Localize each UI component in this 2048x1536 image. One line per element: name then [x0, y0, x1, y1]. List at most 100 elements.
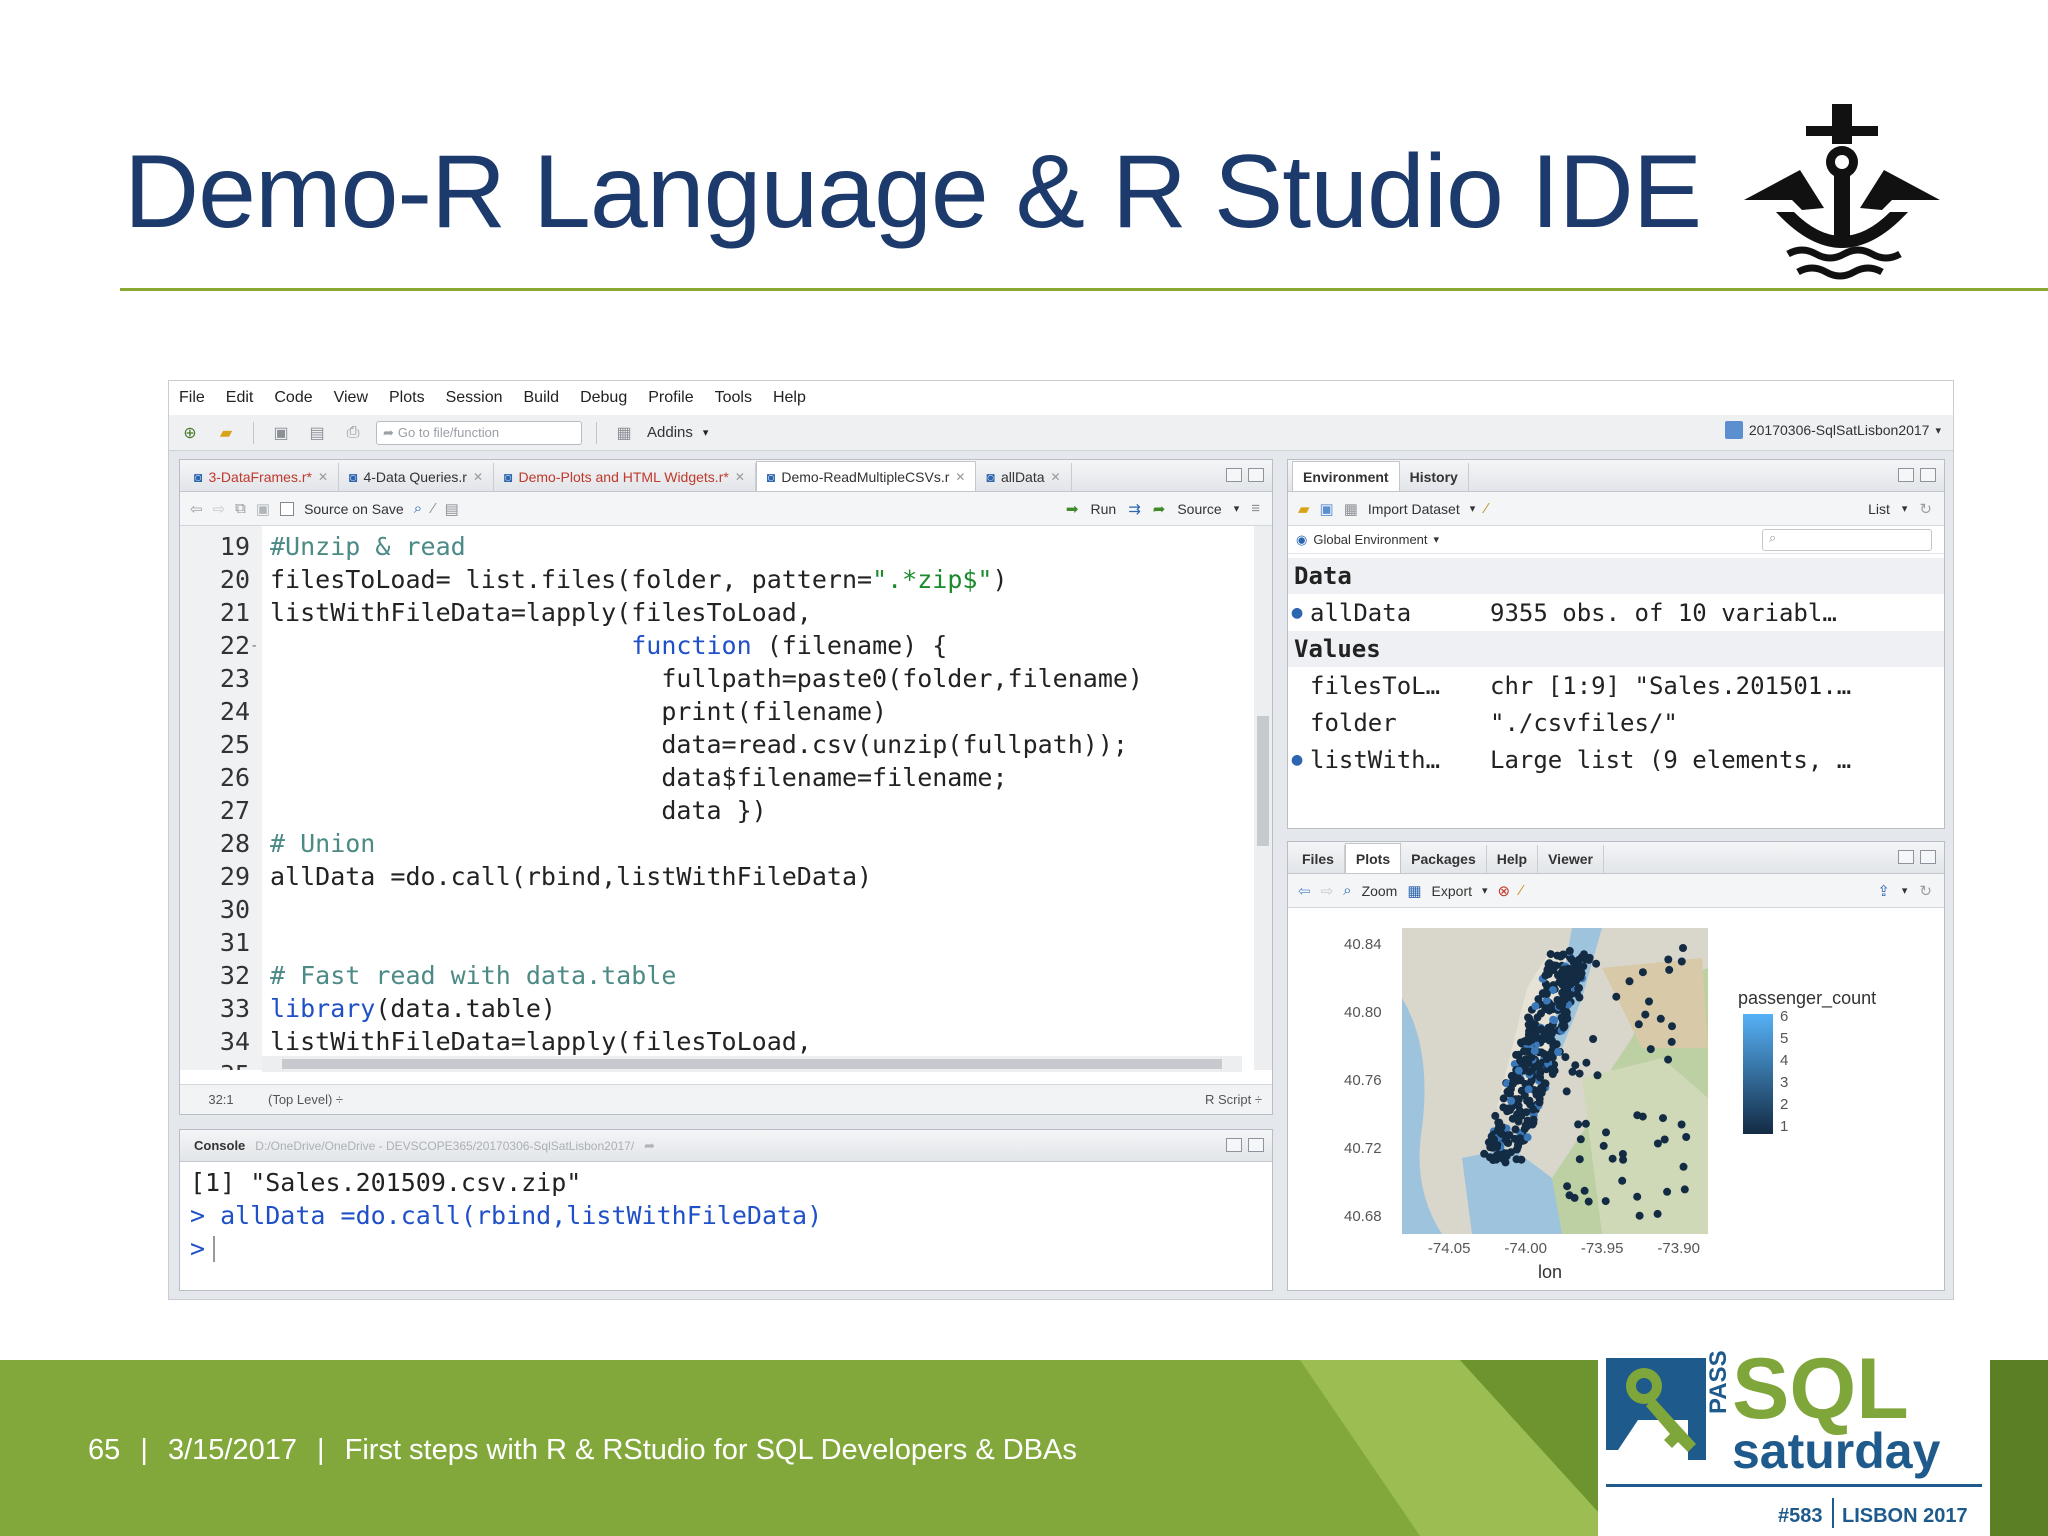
import-chevron-icon[interactable]: ▾ [1470, 502, 1476, 515]
menu-view[interactable]: View [334, 389, 368, 407]
forward-arrow-icon[interactable]: ⇨ [213, 500, 226, 518]
tab-files[interactable]: Files [1292, 845, 1345, 873]
scroll-thumb[interactable] [1257, 716, 1269, 846]
code-editor[interactable]: 19 #Unzip & read 20 filesToLoad= list.files… [180, 526, 1254, 1070]
expand-icon[interactable]: ● [1288, 602, 1306, 623]
back-arrow-icon[interactable]: ⇦ [190, 500, 203, 518]
editor-horizontal-scrollbar[interactable] [262, 1056, 1242, 1072]
data-point [1660, 1135, 1669, 1144]
close-icon[interactable]: ✕ [955, 470, 965, 484]
menu-debug[interactable]: Debug [580, 389, 627, 407]
load-workspace-icon[interactable]: ▰ [1298, 500, 1310, 518]
next-plot-icon[interactable]: ⇨ [1321, 882, 1334, 900]
rerun-icon[interactable]: ⇉ [1128, 500, 1141, 518]
menu-code[interactable]: Code [274, 389, 312, 407]
maximize-icon[interactable] [1920, 468, 1936, 482]
minimize-icon[interactable] [1898, 850, 1914, 864]
save-all-icon[interactable]: ▤ [304, 421, 330, 445]
menu-build[interactable]: Build [524, 389, 560, 407]
tab-label: Help [1496, 851, 1528, 867]
fold-marker[interactable]: - [250, 1067, 262, 1071]
scroll-thumb[interactable] [282, 1059, 1222, 1069]
environment-row[interactable]: ● allData 9355 obs. of 10 variabl… [1288, 594, 1944, 631]
wand-icon[interactable]: ⁄ [432, 500, 435, 517]
tab-packages[interactable]: Packages [1401, 845, 1487, 873]
console-output[interactable]: [1] "Sales.201509.csv.zip" > allData =do.… [190, 1166, 1250, 1265]
close-icon[interactable]: ✕ [1051, 470, 1061, 484]
environment-row[interactable]: filesToL… chr [1:9] "Sales.201501.… [1288, 667, 1944, 704]
remove-plot-icon[interactable]: ⊗ [1498, 882, 1511, 900]
publish-icon[interactable]: ⇪ [1877, 882, 1890, 900]
close-icon[interactable]: ✕ [735, 470, 745, 484]
r-file-icon: ◙ [986, 469, 995, 485]
file-type-selector[interactable]: R Script ÷ [1205, 1092, 1272, 1107]
environment-row[interactable]: ● listWith… Large list (9 elements, … [1288, 741, 1944, 778]
refresh-icon[interactable]: ↻ [1919, 500, 1932, 518]
environment-search-input[interactable]: ⌕ [1762, 528, 1932, 551]
search-icon[interactable]: ⌕ [414, 500, 422, 517]
zoom-button[interactable]: Zoom [1362, 883, 1398, 899]
tab-plots[interactable]: Plots [1344, 843, 1402, 873]
publish-chevron-icon[interactable]: ▾ [1902, 884, 1908, 897]
addins-menu[interactable]: Addins [647, 424, 693, 441]
maximize-icon[interactable] [1248, 468, 1264, 482]
expand-icon[interactable]: ● [1288, 749, 1306, 770]
new-file-icon[interactable]: ⊕ [177, 421, 203, 445]
grid-icon[interactable]: ▦ [611, 421, 637, 445]
minimize-icon[interactable] [1226, 468, 1242, 482]
outline-icon[interactable]: ≡ [1251, 500, 1260, 517]
open-project-icon[interactable]: ▰ [213, 421, 239, 445]
save-file-icon[interactable]: ▣ [256, 500, 270, 518]
environment-row[interactable]: folder "./csvfiles/" [1288, 704, 1944, 741]
scope-chevron-icon[interactable]: ▾ [1434, 533, 1440, 546]
export-button[interactable]: Export [1432, 883, 1472, 899]
export-chevron-icon[interactable]: ▾ [1482, 884, 1488, 897]
editor-tab[interactable]: ◙ Demo-ReadMultipleCSVs.r ✕ [755, 461, 977, 491]
compile-report-icon[interactable]: ▤ [445, 500, 459, 518]
menu-tools[interactable]: Tools [715, 389, 752, 407]
fold-marker[interactable]: - [250, 638, 262, 654]
menu-session[interactable]: Session [446, 389, 503, 407]
source-chevron-icon[interactable]: ▾ [1234, 502, 1240, 515]
run-button[interactable]: Run [1091, 501, 1117, 517]
menu-help[interactable]: Help [773, 389, 806, 407]
broom-icon[interactable]: ⁄ [1520, 882, 1523, 899]
goto-file-input[interactable]: ➦ Go to file/function [376, 420, 582, 445]
print-icon[interactable]: ⎙ [340, 421, 366, 445]
refresh-icon[interactable]: ↻ [1919, 882, 1932, 900]
view-mode-chevron-icon[interactable]: ▾ [1902, 502, 1908, 515]
editor-tab[interactable]: ◙ allData ✕ [976, 463, 1072, 491]
minimize-icon[interactable] [1226, 1138, 1242, 1152]
import-dataset-button[interactable]: Import Dataset [1368, 501, 1460, 517]
minimize-icon[interactable] [1898, 468, 1914, 482]
tab-environment[interactable]: Environment [1292, 461, 1400, 491]
maximize-icon[interactable] [1920, 850, 1936, 864]
previous-plot-icon[interactable]: ⇦ [1298, 882, 1311, 900]
view-mode-selector[interactable]: List [1868, 501, 1890, 517]
tab-history[interactable]: History [1400, 463, 1469, 491]
save-workspace-icon[interactable]: ▣ [1320, 500, 1334, 518]
maximize-icon[interactable] [1248, 1138, 1264, 1152]
editor-tab[interactable]: ◙ Demo-Plots and HTML Widgets.r* ✕ [494, 463, 756, 491]
console-tab[interactable]: Console [194, 1138, 245, 1153]
menu-edit[interactable]: Edit [226, 389, 254, 407]
environment-scope-selector[interactable]: Global Environment [1313, 532, 1427, 547]
source-on-save-checkbox[interactable] [280, 501, 295, 516]
editor-tab[interactable]: ◙ 4-Data Queries.r ✕ [339, 463, 495, 491]
tab-help[interactable]: Help [1487, 845, 1539, 873]
tab-viewer[interactable]: Viewer [1538, 845, 1604, 873]
scope-selector[interactable]: (Top Level) ÷ [262, 1092, 343, 1107]
editor-vertical-scrollbar[interactable] [1254, 526, 1272, 1070]
menu-plots[interactable]: Plots [389, 389, 425, 407]
source-button[interactable]: Source [1177, 501, 1221, 517]
goto-directory-icon[interactable]: ➦ [644, 1138, 655, 1154]
project-menu[interactable]: 20170306-SqlSatLisbon2017 ▾ [1724, 421, 1941, 439]
menu-file[interactable]: File [179, 389, 205, 407]
editor-tab[interactable]: ◙ 3-DataFrames.r* ✕ [184, 463, 339, 491]
close-icon[interactable]: ✕ [473, 470, 483, 484]
show-in-window-icon[interactable]: ⧉ [235, 500, 246, 517]
broom-icon[interactable]: ⁄ [1485, 500, 1488, 517]
save-icon[interactable]: ▣ [268, 421, 294, 445]
close-icon[interactable]: ✕ [318, 470, 328, 484]
menu-profile[interactable]: Profile [648, 389, 693, 407]
